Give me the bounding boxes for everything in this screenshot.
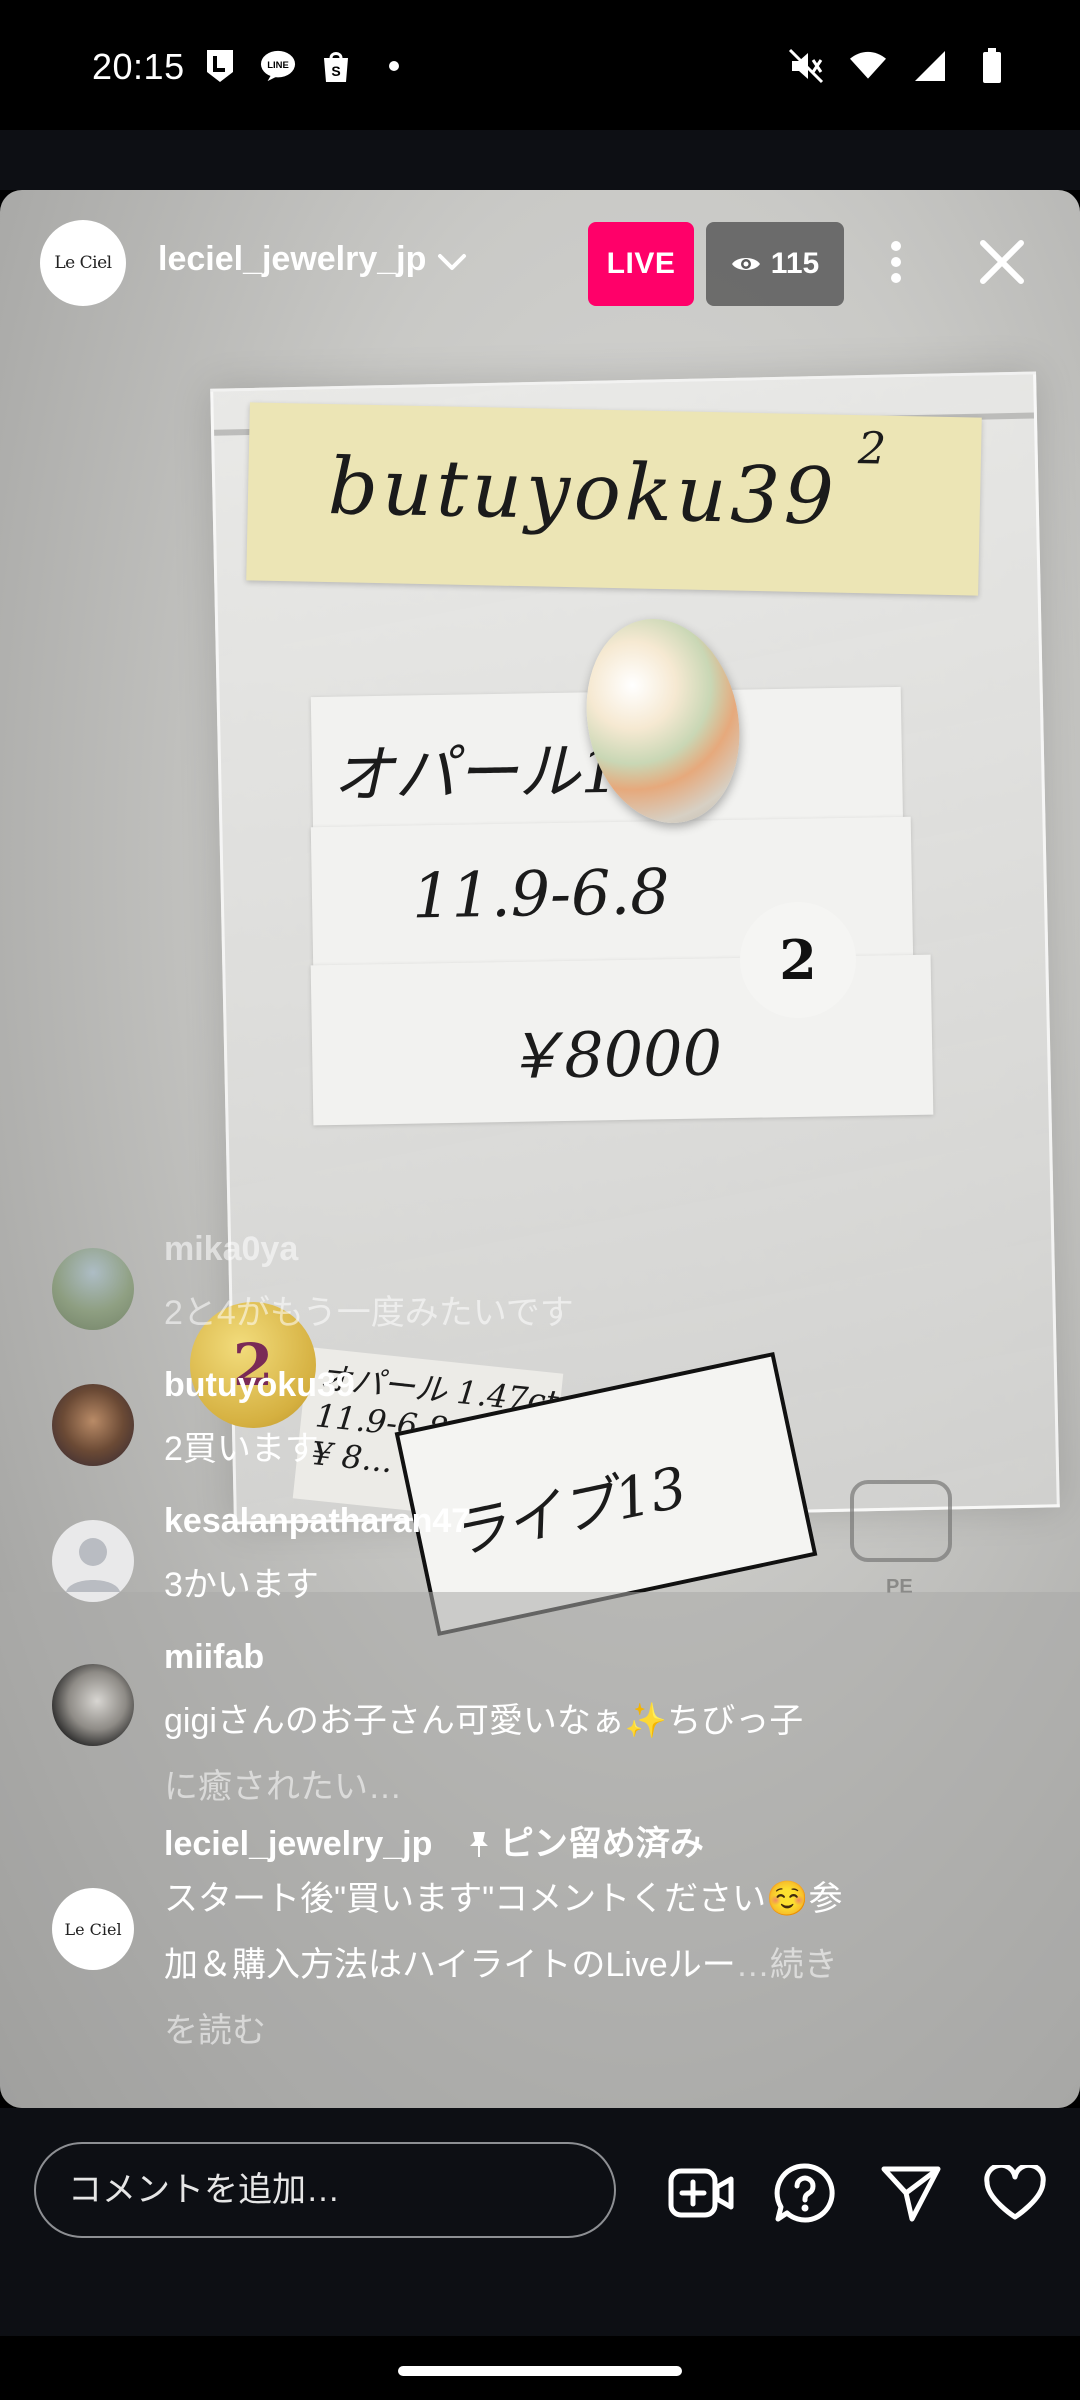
comment-text: スタート後"買います"コメントください☺️参 加＆購入方法はハイライトのLive… (164, 1866, 984, 2064)
close-icon[interactable] (970, 230, 1034, 294)
comment-username[interactable]: kesalanpatharan47 (164, 1502, 470, 1541)
comment-text-line: 加＆購入方法はハイライトのLiveルー…続き (164, 1932, 984, 1998)
top-spacer (0, 130, 1080, 190)
live-badge: LIVE (588, 222, 694, 306)
live-header: Le Ciel leciel_jewelry_jp LIVE 115 (0, 190, 1080, 340)
username-note: butuyoku39 2 (246, 402, 982, 596)
status-bar: 20:15 LINE S (0, 0, 1080, 130)
shopify-icon: S (318, 48, 354, 84)
comment-text-part: 加＆購入方法はハイライトのLiveルー (164, 1946, 736, 1984)
battery-icon (974, 48, 1010, 84)
bag-logo-icon (850, 1480, 952, 1562)
default-avatar-icon (66, 1538, 120, 1592)
status-time: 20:15 (92, 46, 185, 87)
line-chat-icon: LINE (260, 48, 296, 84)
eye-icon (731, 258, 760, 270)
mute-icon (788, 48, 824, 84)
add-video-icon[interactable] (668, 2160, 734, 2226)
number-sticker: 2 (740, 902, 856, 1018)
live-video[interactable]: butuyoku39 2 オパール1.47 11.9-6.8 ￥8000 2 オ… (0, 190, 1080, 2108)
svg-text:S: S (331, 63, 340, 79)
note-username: butuyoku39 (327, 442, 839, 543)
host-avatar[interactable]: Le Ciel (40, 220, 126, 306)
avatar[interactable]: Le Ciel (52, 1888, 134, 1970)
chevron-down-icon[interactable] (432, 242, 472, 282)
pinned-label: ピン留め済み (468, 1825, 704, 1863)
avatar[interactable] (52, 1384, 134, 1466)
comment-username[interactable]: mika0ya (164, 1230, 298, 1269)
wifi-icon (850, 48, 886, 84)
comment-text: 2と4がもう一度みたいです (164, 1294, 574, 1332)
comment-text: 2買います (164, 1430, 319, 1468)
signal-icon (912, 48, 948, 84)
note-number: 2 (857, 423, 887, 475)
heart-icon[interactable] (982, 2160, 1048, 2226)
slip-size-text: 11.9-6.8 (411, 855, 671, 933)
comment-text-line: gigiさんのお子さん可愛いなぁ✨ちびっ子 (164, 1702, 804, 1740)
comment-username[interactable]: leciel_jewelry_jp (164, 1825, 432, 1863)
comment-text-line: スタート後"買います"コメントください☺️参 (164, 1880, 843, 1918)
home-indicator[interactable] (398, 2366, 682, 2376)
read-more-link[interactable]: を読む (164, 1998, 984, 2064)
pinned-text: ピン留め済み (499, 1825, 704, 1863)
notification-icons: LINE S (202, 48, 412, 84)
comment-text: 3かいます (164, 1566, 319, 1604)
viewer-count: 115 (770, 247, 820, 280)
comment-text-line: に癒されたい… (164, 1768, 402, 1806)
avatar[interactable] (52, 1248, 134, 1330)
comment-username[interactable]: miifab (164, 1638, 264, 1677)
pin-icon (469, 1832, 488, 1857)
question-icon[interactable] (772, 2160, 838, 2226)
send-icon[interactable] (878, 2160, 944, 2226)
svg-text:LINE: LINE (267, 60, 289, 71)
comment-username[interactable]: butuyoku39 (164, 1366, 355, 1405)
dot-icon (376, 48, 412, 84)
viewer-count-badge[interactable]: 115 (706, 222, 844, 306)
comment-input[interactable] (34, 2142, 616, 2238)
line-app-icon (202, 48, 238, 84)
host-username[interactable]: leciel_jewelry_jp (158, 240, 426, 279)
avatar[interactable] (52, 1664, 134, 1746)
comment-username-row: leciel_jewelry_jp ピン留め済み (164, 1816, 704, 1865)
more-options-icon[interactable] (874, 232, 918, 292)
comment-text: gigiさんのお子さん可愛いなぁ✨ちびっ子 に癒されたい… (164, 1688, 984, 1820)
read-more-link[interactable]: …続き (736, 1946, 838, 1984)
slip-price-text: ￥8000 (501, 1016, 723, 1094)
system-icons (788, 48, 1010, 84)
avatar[interactable] (52, 1520, 134, 1602)
